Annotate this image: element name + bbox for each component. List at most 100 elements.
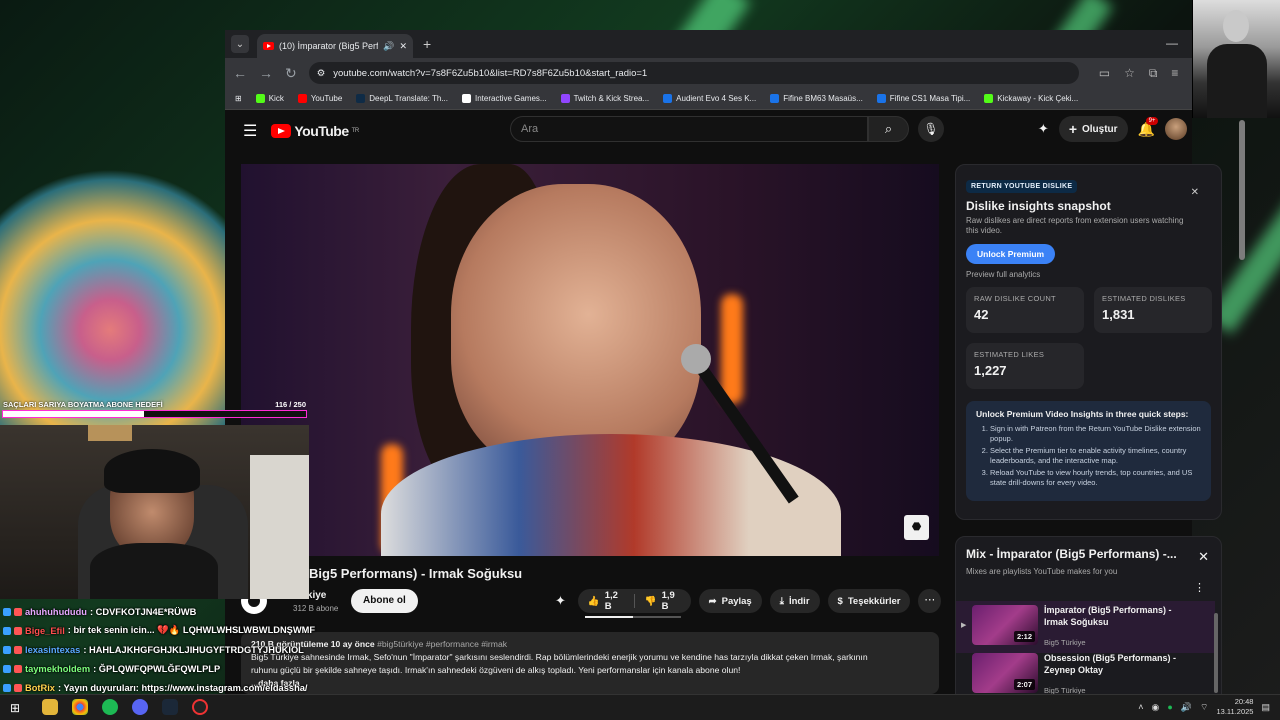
chat-username[interactable]: ahuhuhududu xyxy=(25,607,87,617)
bookmark-label: Fifine BM63 Masaüs... xyxy=(783,94,863,103)
more-actions-button[interactable]: ⋯ xyxy=(918,589,941,613)
windows-start-icon[interactable]: ⊞ xyxy=(10,701,20,715)
subscribe-button[interactable]: Abone ol xyxy=(351,589,418,613)
cam-streamer-hair xyxy=(104,449,200,493)
download-button[interactable]: ⤓ İndir xyxy=(769,589,820,613)
search-input[interactable]: Ara xyxy=(510,116,868,142)
bookmark-item[interactable]: Fifine CS1 Masa Tipi... xyxy=(876,94,970,103)
bookmark-item[interactable]: Fifine BM63 Masaüs... xyxy=(770,94,863,103)
stat-value: 42 xyxy=(974,307,989,322)
back-icon[interactable]: ← xyxy=(233,65,247,81)
discord-tray-icon[interactable]: ◉ xyxy=(1152,702,1160,713)
playlist-scrollbar[interactable] xyxy=(1214,613,1218,693)
chat-username[interactable]: BotRix xyxy=(25,683,55,693)
close-icon[interactable]: ✕ xyxy=(1198,549,1209,565)
badge-icon xyxy=(3,683,11,692)
bookmark-item[interactable]: YouTube xyxy=(297,94,342,103)
minimize-button[interactable]: — xyxy=(1166,36,1178,50)
spotify-tray-icon[interactable]: ● xyxy=(1167,702,1172,712)
close-tab-icon[interactable]: ✕ xyxy=(399,41,407,52)
badge-icon xyxy=(14,626,22,635)
chrome-icon[interactable] xyxy=(72,699,88,715)
bookmark-favicon-icon xyxy=(356,94,366,103)
obs-icon[interactable] xyxy=(192,699,208,715)
chat-message: lexasintexas: HAHLAJKHGFGHJKLJIHUGYFTRDG… xyxy=(0,640,330,659)
spotify-icon[interactable] xyxy=(102,699,118,715)
bookmark-item[interactable]: DeepL Translate: Th... xyxy=(356,94,448,103)
bookmark-favicon-icon xyxy=(461,94,471,103)
tab-title: (10) İmparator (Big5 Perfor xyxy=(279,41,379,51)
create-button[interactable]: + Oluştur xyxy=(1058,116,1128,142)
clock[interactable]: 20:48 13.11.2025 xyxy=(1217,697,1254,717)
page-scrollbar[interactable] xyxy=(1239,120,1245,260)
menu-icon[interactable]: ≡ xyxy=(1171,66,1178,81)
reload-icon[interactable]: ↻ xyxy=(285,65,297,82)
like-button[interactable]: 👍 1,2 B xyxy=(578,590,634,612)
bookmark-item[interactable]: Twitch & Kick Strea... xyxy=(560,94,649,103)
share-button[interactable]: ➦ Paylaş xyxy=(698,589,762,613)
chat-message: ahuhuhududu: CDVFKOTJN4E*RÜWB xyxy=(0,602,330,621)
ryd-extension-icon[interactable]: ✦ xyxy=(1038,121,1049,137)
playlist-thumbnail: 2:12 xyxy=(972,605,1038,645)
youtube-logo[interactable]: YouTube TR xyxy=(271,123,360,139)
bookmark-item[interactable]: Interactive Games... xyxy=(461,94,547,103)
bookmark-label: Audient Evo 4 Ses K... xyxy=(676,94,757,103)
video-player[interactable]: ⬣ xyxy=(241,164,939,556)
ryd-icon[interactable]: ✦ xyxy=(555,593,566,609)
desc-tags[interactable]: #big5türkiye #performance #irmak xyxy=(377,639,507,649)
youtube-header: ☰ YouTube TR Ara ⌕ 🎙 ✦ + Oluştur 🔔 9+ xyxy=(225,110,1192,152)
stat-label: RAW DISLIKE COUNT xyxy=(974,294,1056,303)
step-item: Select the Premium tier to enable activi… xyxy=(990,446,1201,465)
chat-username[interactable]: lexasintexas xyxy=(25,645,80,655)
close-icon[interactable]: ✕ xyxy=(1191,187,1199,198)
channel-row: rkiye 312 B abone Abone ol ✦ 👍 1,2 B 👎 1,9… xyxy=(241,586,941,618)
new-tab-button[interactable]: + xyxy=(423,36,431,52)
stage-light xyxy=(721,294,743,404)
more-icon[interactable]: ⋮ xyxy=(1194,581,1205,594)
voice-search-button[interactable]: 🎙 xyxy=(918,116,944,142)
bookmark-item[interactable]: Kick xyxy=(255,94,284,103)
logo-region: TR xyxy=(351,128,360,134)
browser-window: ⌄ (10) İmparator (Big5 Perfor 🔊 ✕ + — ← … xyxy=(225,30,1222,701)
bookmark-favicon-icon xyxy=(297,94,307,103)
site-info-icon[interactable]: ⚙ xyxy=(317,68,326,79)
volume-icon[interactable]: 🔊 xyxy=(1181,702,1192,713)
extensions-icon[interactable]: ⧉ xyxy=(1149,66,1158,81)
notifications-button[interactable]: 🔔 9+ xyxy=(1138,116,1159,138)
discord-icon[interactable] xyxy=(132,699,148,715)
search-button[interactable]: ⌕ xyxy=(868,116,909,142)
badge-icon xyxy=(3,607,11,616)
download-label: İndir xyxy=(788,595,810,607)
dislike-button[interactable]: 👎 1,9 B xyxy=(635,590,691,612)
like-count: 1,2 B xyxy=(604,590,618,612)
steam-icon[interactable] xyxy=(162,699,178,715)
chat-username[interactable]: Bige_Efil xyxy=(25,626,65,636)
url-field[interactable]: ⚙ youtube.com/watch?v=7s8F6Zu5b10&list=R… xyxy=(308,62,1079,84)
playlist-item[interactable]: ▶ 2:12 İmparator (Big5 Performans) - Irm… xyxy=(956,601,1215,653)
speaker-icon[interactable]: 🔊 xyxy=(383,41,394,52)
channel-watermark-icon[interactable]: ⬣ xyxy=(904,515,929,540)
hamburger-icon[interactable]: ☰ xyxy=(243,121,257,141)
badge-icon xyxy=(3,626,11,635)
chat-username[interactable]: taymekholdem xyxy=(25,664,90,674)
mix-title[interactable]: Mix - İmparator (Big5 Performans) -... xyxy=(966,547,1191,561)
bookmark-item[interactable]: Kickaway - Kick Çeki... xyxy=(984,94,1078,103)
thanks-button[interactable]: $ Teşekkürler xyxy=(827,589,911,613)
cast-icon[interactable]: ▭ xyxy=(1099,66,1110,81)
bookmarks-bar: ⊞ Kick YouTube DeepL Translate: Th... Inter… xyxy=(225,88,1192,110)
bookmark-favicon-icon xyxy=(984,94,994,103)
bookmark-item[interactable]: Audient Evo 4 Ses K... xyxy=(663,94,756,103)
unlock-premium-button[interactable]: Unlock Premium xyxy=(966,244,1056,264)
show-more-link[interactable]: ...daha fazla xyxy=(251,677,931,690)
star-icon[interactable]: ☆ xyxy=(1124,66,1135,81)
tab-search-button[interactable]: ⌄ xyxy=(231,35,249,53)
apps-grid-icon[interactable]: ⊞ xyxy=(235,94,242,103)
description-box[interactable]: 210 B görüntüleme 10 ay önce #big5türkiy… xyxy=(241,632,939,694)
wifi-icon[interactable]: ⌔ xyxy=(1200,702,1208,713)
tab-youtube[interactable]: (10) İmparator (Big5 Perfor 🔊 ✕ xyxy=(257,34,413,58)
account-avatar[interactable] xyxy=(1165,118,1187,140)
file-explorer-icon[interactable] xyxy=(42,699,58,715)
forward-icon[interactable]: → xyxy=(259,65,273,81)
notification-center-icon[interactable]: ▤ xyxy=(1261,702,1270,713)
chevron-up-icon[interactable]: ˄ xyxy=(1138,702,1143,712)
